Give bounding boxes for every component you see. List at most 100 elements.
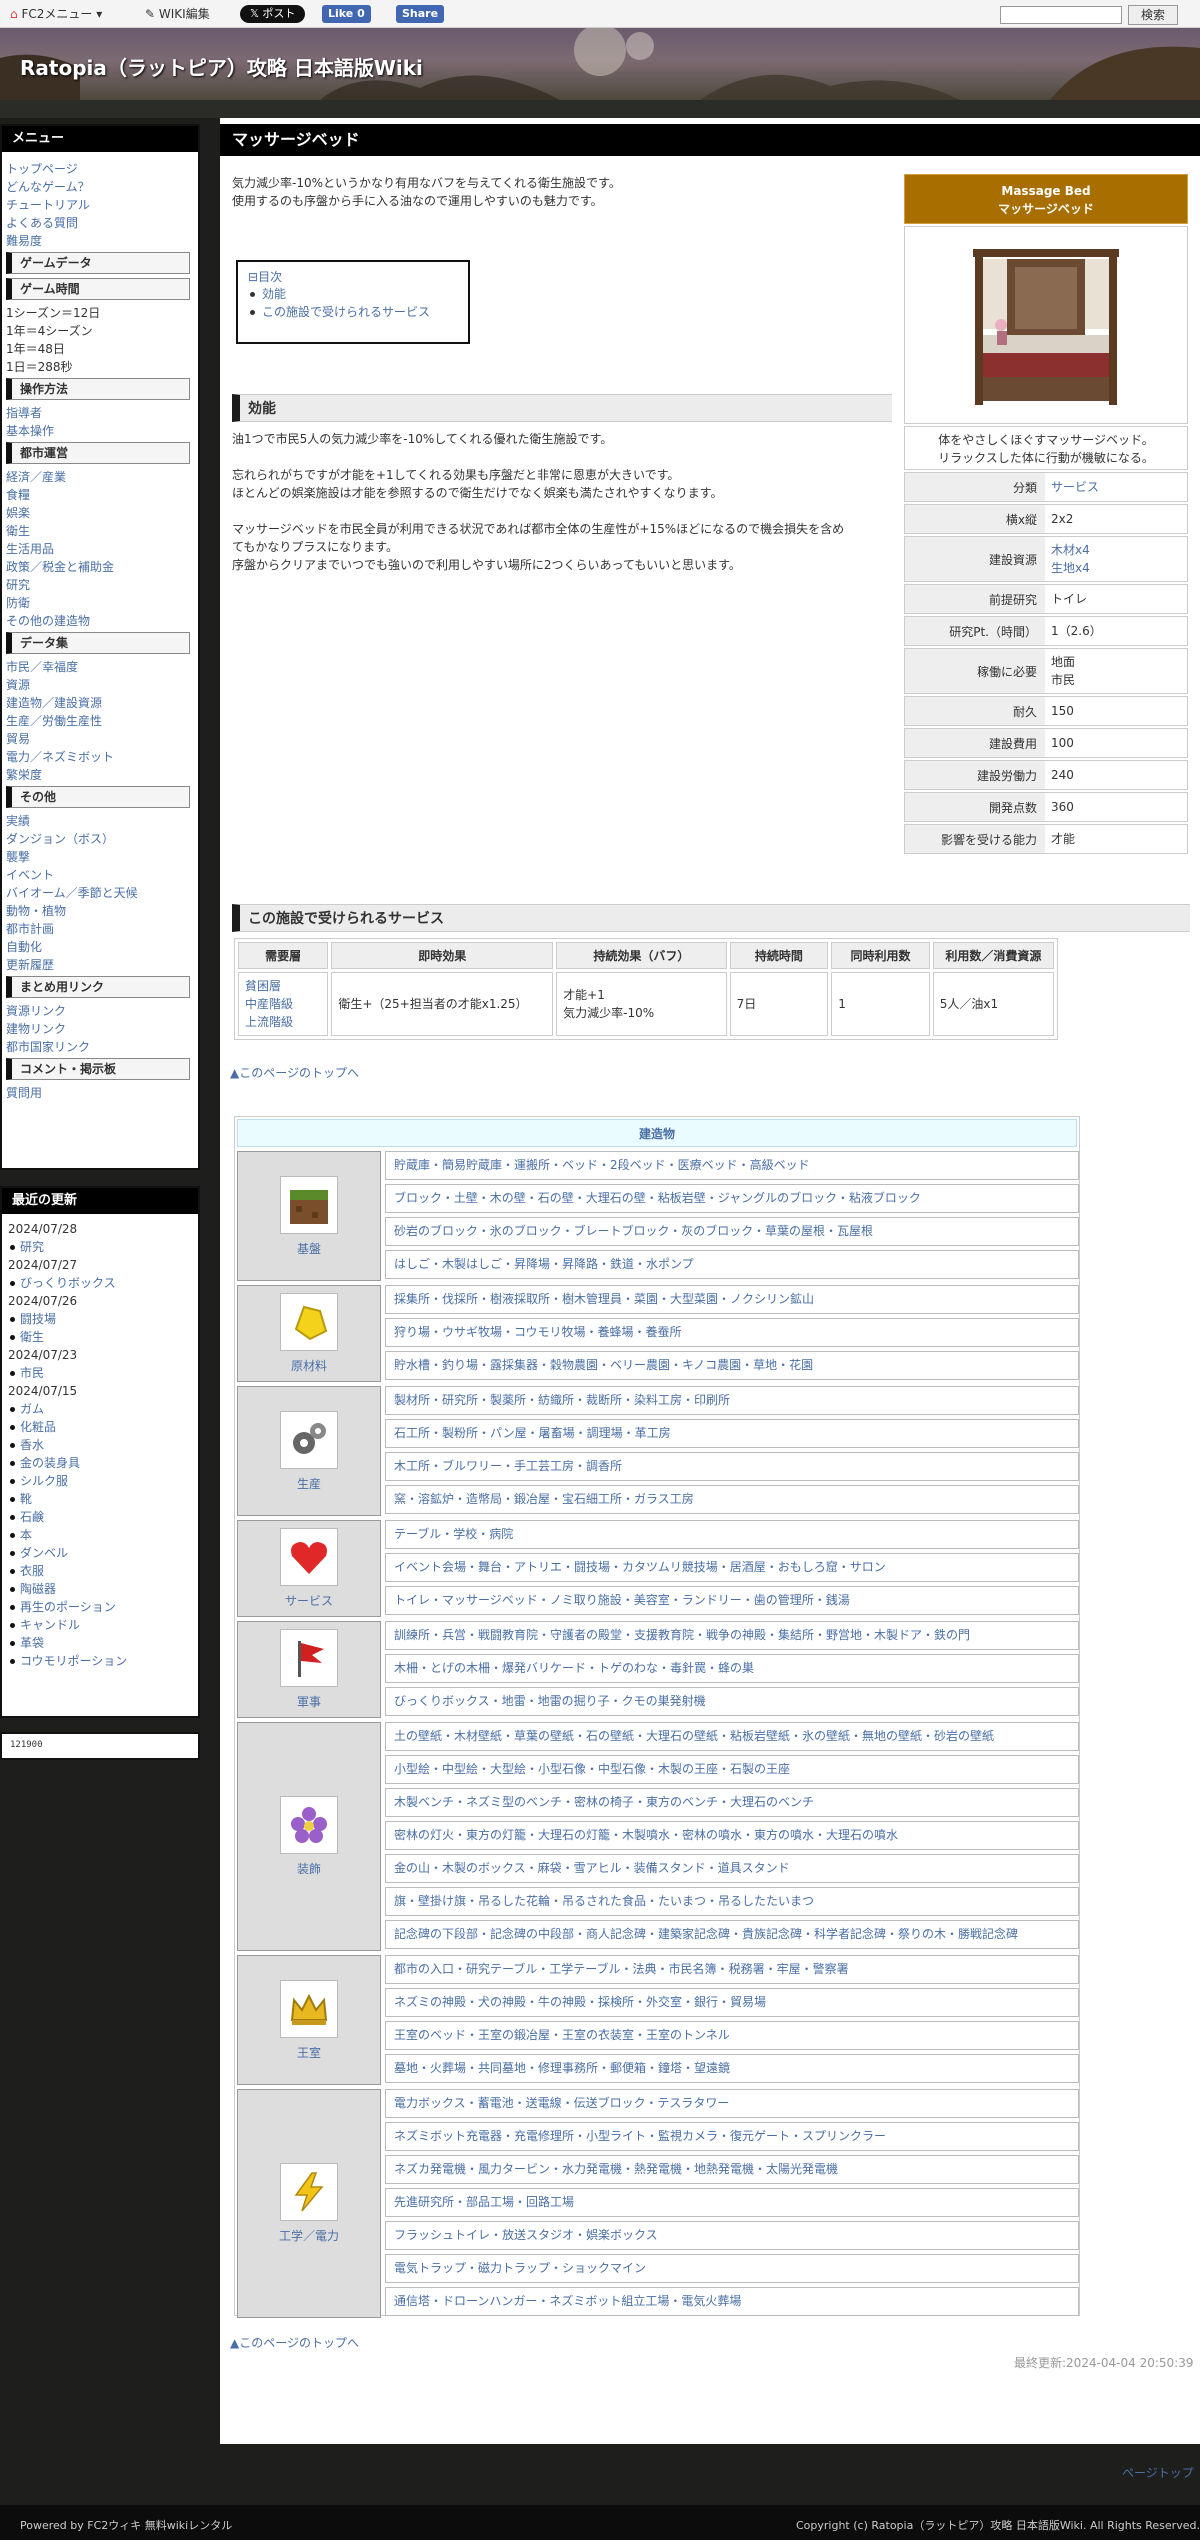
sidebar-link[interactable]: イベント — [6, 866, 194, 884]
sidebar-link[interactable]: 生活用品 — [6, 540, 194, 558]
infobox-value-text[interactable]: 生地x4 — [1051, 559, 1187, 577]
page-top-link[interactable]: ページトップ — [1122, 2464, 1194, 2481]
category-label[interactable]: 装飾 — [297, 1860, 321, 1877]
building-links-row[interactable]: トイレ・マッサージベッド・ノミ取り施設・美容室・ランドリー・歯の管理所・銭湯 — [385, 1586, 1079, 1615]
recent-item[interactable]: 再生のポーション — [8, 1598, 192, 1616]
building-links-row[interactable]: 通信塔・ドローンハンガー・ネズミボット組立工場・電気火葬場 — [385, 2287, 1079, 2316]
sidebar-link[interactable]: 動物・植物 — [6, 902, 194, 920]
sidebar-link[interactable]: 政策／税金と補助金 — [6, 558, 194, 576]
building-links-row[interactable]: 貯水槽・釣り場・露採集器・穀物農園・ベリー農園・キノコ農園・草地・花園 — [385, 1351, 1079, 1380]
building-links-row[interactable]: 電力ボックス・蓄電池・送電線・伝送ブロック・テスラタワー — [385, 2089, 1079, 2118]
soil-block-icon[interactable] — [280, 1175, 338, 1234]
building-links-row[interactable]: 木製ベンチ・ネズミ型のベンチ・密林の椅子・東方のベンチ・大理石のベンチ — [385, 1788, 1079, 1817]
category-label[interactable]: 工学／電力 — [279, 2227, 339, 2244]
recent-item[interactable]: ガム — [8, 1400, 192, 1418]
building-links-row[interactable]: 採集所・伐採所・樹液採取所・樹木管理員・菜園・大型菜園・ノクシリン鉱山 — [385, 1285, 1079, 1314]
building-links-row[interactable]: 電気トラップ・磁力トラップ・ショックマイン — [385, 2254, 1079, 2283]
sidebar-link[interactable]: 研究 — [6, 576, 194, 594]
sidebar-link[interactable]: 食糧 — [6, 486, 194, 504]
building-links-row[interactable]: 訓練所・兵営・戦闘教育院・守護者の殿堂・支援教育院・戦争の神殿・集結所・野営地・… — [385, 1621, 1079, 1650]
category-label[interactable]: サービス — [285, 1592, 333, 1609]
recent-item[interactable]: コウモリポーション — [8, 1652, 192, 1670]
back-to-top-link[interactable]: ▲このページのトップへ — [230, 2334, 359, 2351]
sidebar-link[interactable]: 娯楽 — [6, 504, 194, 522]
building-links-row[interactable]: 木工所・ブルワリー・手工芸工房・調香所 — [385, 1452, 1079, 1481]
search-button[interactable]: 検索 — [1128, 5, 1178, 25]
fc2-menu-button[interactable]: ⌂ FC2メニュー ▾ — [10, 5, 102, 23]
infobox-value-text[interactable]: 木材x4 — [1051, 541, 1187, 559]
sidebar-link[interactable]: 自動化 — [6, 938, 194, 956]
building-links-row[interactable]: テーブル・学校・病院 — [385, 1520, 1079, 1549]
sidebar-link[interactable]: どんなゲーム？ — [6, 178, 194, 196]
red-flag-icon[interactable] — [280, 1629, 338, 1687]
recent-item[interactable]: 陶磁器 — [8, 1580, 192, 1598]
x-post-button[interactable]: 𝕏 ポスト — [240, 5, 306, 23]
sidebar-link[interactable]: 基本操作 — [6, 422, 194, 440]
heart-icon[interactable] — [280, 1528, 338, 1586]
building-links-row[interactable]: 石工所・製粉所・パン屋・屠畜場・調理場・革工房 — [385, 1419, 1079, 1448]
recent-item[interactable]: 石鹸 — [8, 1508, 192, 1526]
category-label[interactable]: 軍事 — [297, 1693, 321, 1710]
buildings-navbox-title[interactable]: 建造物 — [237, 1119, 1077, 1147]
recent-item[interactable]: びっくりボックス — [8, 1274, 192, 1292]
building-links-row[interactable]: 王室のベッド・王室の鍛冶屋・王室の衣装室・王室のトンネル — [385, 2021, 1079, 2050]
sidebar-link[interactable]: 実績 — [6, 812, 194, 830]
sidebar-link[interactable]: バイオーム／季節と天候 — [6, 884, 194, 902]
sidebar-link[interactable]: その他の建造物 — [6, 612, 194, 630]
lightning-icon[interactable] — [280, 2163, 338, 2221]
building-links-row[interactable]: フラッシュトイレ・放送スタジオ・娯楽ボックス — [385, 2221, 1079, 2250]
back-to-top-link[interactable]: ▲このページのトップへ — [230, 1064, 359, 1081]
category-label[interactable]: 生産 — [297, 1475, 321, 1492]
building-links-row[interactable]: 密林の灯火・東方の灯籠・大理石の灯籠・木製噴水・密林の噴水・東方の噴水・大理石の… — [385, 1821, 1079, 1850]
sidebar-link[interactable]: チュートリアル — [6, 196, 194, 214]
sidebar-link[interactable]: 市民／幸福度 — [6, 658, 194, 676]
toc-item[interactable]: この施設で受けられるサービス — [248, 303, 458, 321]
sidebar-link[interactable]: 質問用 — [6, 1084, 194, 1102]
building-links-row[interactable]: ネズカ発電機・風力タービン・水力発電機・熱発電機・地熱発電機・太陽光発電機 — [385, 2155, 1079, 2184]
building-links-row[interactable]: 貯蔵庫・簡易貯蔵庫・運搬所・ベッド・2段ベッド・医療ベッド・高級ベッド — [385, 1151, 1079, 1180]
crown-icon[interactable] — [280, 1979, 338, 2038]
sidebar-link[interactable]: 貿易 — [6, 730, 194, 748]
sidebar-link[interactable]: 経済／産業 — [6, 468, 194, 486]
recent-item[interactable]: 香水 — [8, 1436, 192, 1454]
sidebar-link[interactable]: 繁栄度 — [6, 766, 194, 784]
sidebar-link[interactable]: 都市計画 — [6, 920, 194, 938]
building-links-row[interactable]: 金の山・木製のボックス・麻袋・雪アヒル・装備スタンド・道具スタンド — [385, 1854, 1079, 1883]
sidebar-link[interactable]: よくある質問 — [6, 214, 194, 232]
recent-item[interactable]: シルク服 — [8, 1472, 192, 1490]
category-label[interactable]: 原材料 — [291, 1357, 327, 1374]
building-links-row[interactable]: 墓地・火葬場・共同墓地・修理事務所・郵便箱・鐘塔・望遠鏡 — [385, 2054, 1079, 2083]
recent-item[interactable]: ダンベル — [8, 1544, 192, 1562]
building-links-row[interactable]: 先進研究所・部品工場・回路工場 — [385, 2188, 1079, 2217]
category-label[interactable]: 王室 — [297, 2044, 321, 2061]
infobox-value-text[interactable]: サービス — [1051, 478, 1187, 496]
footer-powered-by[interactable]: Powered by FC2ウィキ 無料wikiレンタル — [20, 2517, 232, 2533]
sidebar-link[interactable]: 難易度 — [6, 232, 194, 250]
sidebar-link[interactable]: 都市国家リンク — [6, 1038, 194, 1056]
wiki-edit-button[interactable]: ✎ WIKI編集 — [145, 5, 210, 23]
recent-item[interactable]: 金の装身具 — [8, 1454, 192, 1472]
site-title[interactable]: Ratopia（ラットピア）攻略 日本語版Wiki — [20, 52, 423, 81]
sidebar-link[interactable]: ダンジョン（ボス） — [6, 830, 194, 848]
search-input[interactable] — [1000, 6, 1122, 24]
recent-item[interactable]: 闘技場 — [8, 1310, 192, 1328]
sidebar-link[interactable]: 建造物／建設資源 — [6, 694, 194, 712]
building-links-row[interactable]: 小型絵・中型絵・大型絵・小型石像・中型石像・木製の王座・石製の王座 — [385, 1755, 1079, 1784]
recent-item[interactable]: 革袋 — [8, 1634, 192, 1652]
building-links-row[interactable]: はしご・木製はしご・昇降場・昇降路・鉄道・水ポンプ — [385, 1250, 1079, 1279]
facebook-like-button[interactable]: Like 0 — [322, 5, 371, 23]
building-links-row[interactable]: びっくりボックス・地雷・地雷の掘り子・クモの巣発射機 — [385, 1687, 1079, 1716]
recent-item[interactable]: 衛生 — [8, 1328, 192, 1346]
building-links-row[interactable]: ネズミの神殿・犬の神殿・牛の神殿・採検所・外交室・銀行・貿易場 — [385, 1988, 1079, 2017]
sidebar-link[interactable]: 更新履歴 — [6, 956, 194, 974]
recent-item[interactable]: 研究 — [8, 1238, 192, 1256]
sidebar-link[interactable]: 生産／労働生産性 — [6, 712, 194, 730]
facebook-share-button[interactable]: Share — [396, 5, 445, 23]
building-links-row[interactable]: 都市の入口・研究テーブル・工学テーブル・法典・市民名簿・税務署・牢屋・警察署 — [385, 1955, 1079, 1984]
building-links-row[interactable]: 旗・壁掛け旗・吊るした花輪・吊るされた食品・たいまつ・吊るしたたいまつ — [385, 1887, 1079, 1916]
collapse-icon[interactable]: ⊟ — [248, 270, 258, 284]
building-links-row[interactable]: 土の壁紙・木材壁紙・草葉の壁紙・石の壁紙・大理石の壁紙・粘板岩壁紙・氷の壁紙・無… — [385, 1722, 1079, 1751]
building-links-row[interactable]: 砂岩のブロック・氷のブロック・ブレートブロック・灰のブロック・草葉の屋根・瓦屋根 — [385, 1217, 1079, 1246]
building-links-row[interactable]: 狩り場・ウサギ牧場・コウモリ牧場・養蜂場・養蚕所 — [385, 1318, 1079, 1347]
sidebar-link[interactable]: 指導者 — [6, 404, 194, 422]
